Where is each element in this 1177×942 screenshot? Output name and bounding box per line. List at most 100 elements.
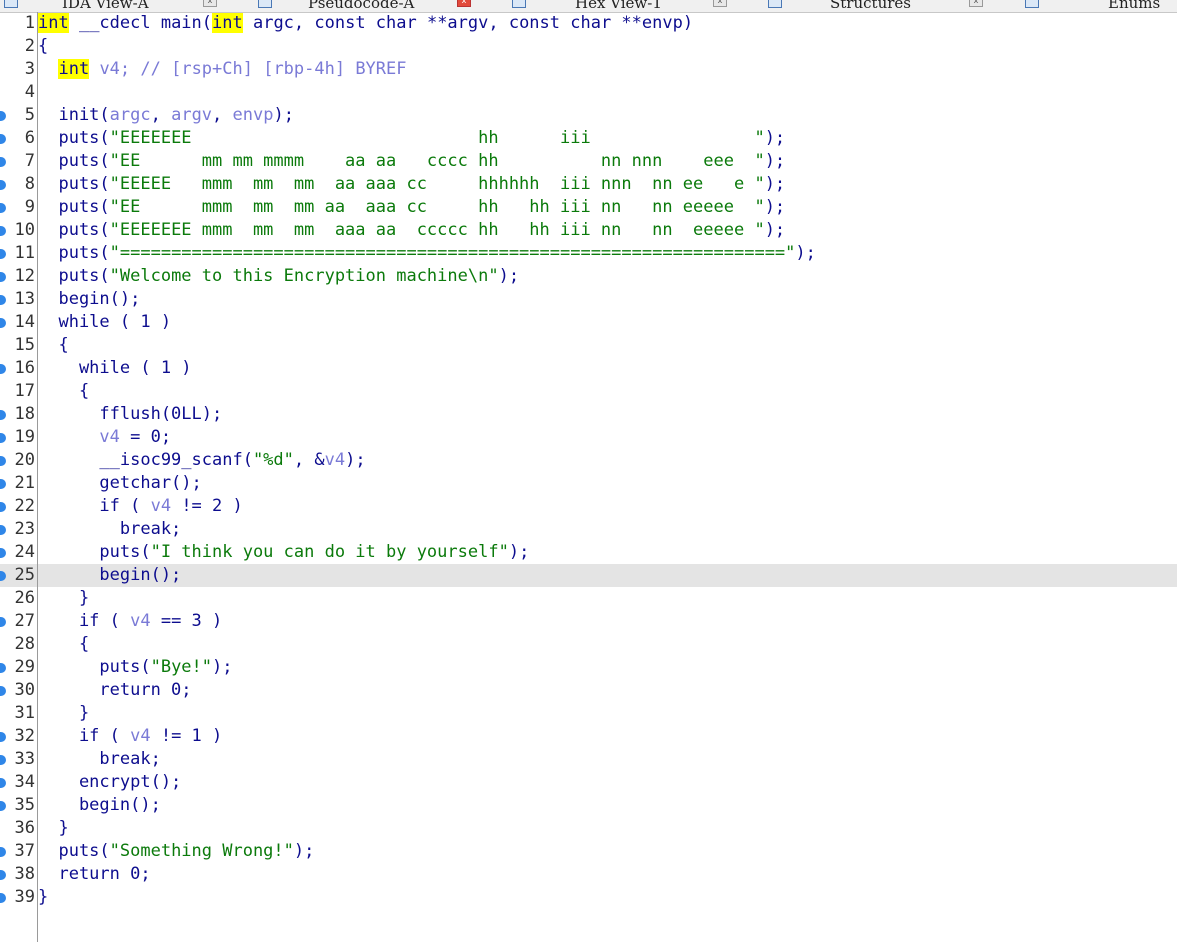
code-text[interactable]: encrypt(); — [38, 772, 181, 793]
line-number: 13 — [14, 289, 35, 309]
code-line[interactable]: 5 init(argc, argv, envp); — [0, 104, 1177, 127]
code-text[interactable]: getchar(); — [38, 473, 201, 494]
code-line[interactable]: 13 begin(); — [0, 288, 1177, 311]
code-line[interactable]: 26 } — [0, 587, 1177, 610]
code-line[interactable]: 16 while ( 1 ) — [0, 357, 1177, 380]
code-line[interactable]: 23 break; — [0, 518, 1177, 541]
line-number: 16 — [14, 358, 35, 378]
code-text[interactable]: puts("I think you can do it by yourself"… — [38, 542, 529, 563]
tab-ida-view-a[interactable]: IDA View-A — [62, 0, 149, 12]
code-text[interactable]: } — [38, 887, 48, 908]
code-line[interactable]: 11 puts("===============================… — [0, 242, 1177, 265]
code-token: { — [38, 634, 90, 654]
code-line[interactable]: 35 begin(); — [0, 794, 1177, 817]
code-line[interactable]: 34 encrypt(); — [0, 771, 1177, 794]
code-line[interactable]: 25 begin(); — [0, 564, 1177, 587]
code-text[interactable]: puts("Bye!"); — [38, 657, 232, 678]
code-line[interactable]: 36 } — [0, 817, 1177, 840]
code-line[interactable]: 19 v4 = 0; — [0, 426, 1177, 449]
line-number: 33 — [14, 749, 35, 769]
code-text[interactable]: } — [38, 703, 89, 724]
close-tab-icon[interactable]: x — [457, 0, 471, 7]
code-text[interactable]: v4 = 0; — [38, 427, 171, 448]
code-text[interactable]: while ( 1 ) — [38, 358, 192, 379]
code-text[interactable]: puts("Something Wrong!"); — [38, 841, 314, 862]
code-line[interactable]: 33 break; — [0, 748, 1177, 771]
code-text[interactable]: { — [38, 381, 89, 402]
code-token: ); — [764, 197, 786, 217]
code-text[interactable]: } — [38, 588, 89, 609]
line-number: 18 — [14, 404, 35, 424]
code-text[interactable]: fflush(0LL); — [38, 404, 222, 425]
code-text[interactable]: puts("Welcome to this Encryption machine… — [38, 266, 519, 287]
code-line[interactable]: 4 — [0, 81, 1177, 104]
code-line[interactable]: 21 getchar(); — [0, 472, 1177, 495]
code-text[interactable]: { — [38, 36, 48, 57]
code-token: "Welcome to this Encryption machine\n" — [109, 266, 499, 286]
code-text[interactable]: begin(); — [38, 289, 140, 310]
code-text[interactable]: if ( v4 == 3 ) — [38, 611, 222, 632]
code-text[interactable]: if ( v4 != 2 ) — [38, 496, 242, 517]
line-number: 19 — [14, 427, 35, 447]
code-line[interactable]: 6 puts("EEEEEEE hh iii "); — [0, 127, 1177, 150]
line-number: 25 — [14, 565, 35, 585]
code-line[interactable]: 22 if ( v4 != 2 ) — [0, 495, 1177, 518]
code-line[interactable]: 27 if ( v4 == 3 ) — [0, 610, 1177, 633]
code-line[interactable]: 20 __isoc99_scanf("%d", &v4); — [0, 449, 1177, 472]
code-token: argc — [109, 105, 151, 125]
code-text[interactable]: puts("==================================… — [38, 243, 815, 264]
code-text[interactable]: puts("EEEEEEE mmm mm mm aaa aa ccccc hh … — [38, 220, 785, 241]
code-text[interactable]: } — [38, 818, 68, 839]
code-text[interactable]: begin(); — [38, 795, 161, 816]
code-text[interactable]: return 0; — [38, 680, 191, 701]
code-text[interactable]: puts("EE mmm mm mm aa aaa cc hh hh iii n… — [38, 197, 785, 218]
tab-enums[interactable]: Enums — [1108, 0, 1160, 12]
code-line[interactable]: 37 puts("Something Wrong!"); — [0, 840, 1177, 863]
tab-structures[interactable]: Structures — [830, 0, 911, 12]
code-line[interactable]: 14 while ( 1 ) — [0, 311, 1177, 334]
code-line[interactable]: 1 int __cdecl main(int argc, const char *… — [0, 12, 1177, 35]
code-text[interactable]: break; — [38, 519, 181, 540]
code-line[interactable]: 30 return 0; — [0, 679, 1177, 702]
code-text[interactable]: init(argc, argv, envp); — [38, 105, 294, 126]
code-text[interactable]: __isoc99_scanf("%d", &v4); — [38, 450, 365, 471]
code-text[interactable]: return 0; — [38, 864, 151, 885]
code-text[interactable]: puts("EE mm mm mmmm aa aa cccc hh nn nnn… — [38, 151, 785, 172]
code-line[interactable]: 2{ — [0, 35, 1177, 58]
code-line[interactable]: 17 { — [0, 380, 1177, 403]
code-line[interactable]: 38 return 0; — [0, 863, 1177, 886]
close-tab-icon[interactable]: x — [203, 0, 217, 7]
code-text[interactable]: if ( v4 != 1 ) — [38, 726, 222, 747]
code-line[interactable]: 28 { — [0, 633, 1177, 656]
code-text[interactable]: int __cdecl main(int argc, const char **… — [38, 13, 693, 34]
code-text[interactable]: while ( 1 ) — [38, 312, 171, 333]
tab-pseudocode-a[interactable]: Pseudocode-A — [308, 0, 414, 12]
code-line[interactable]: 31 } — [0, 702, 1177, 725]
code-line[interactable]: 15 { — [0, 334, 1177, 357]
code-line[interactable]: 7 puts("EE mm mm mmmm aa aa cccc hh nn n… — [0, 150, 1177, 173]
code-line[interactable]: 12 puts("Welcome to this Encryption mach… — [0, 265, 1177, 288]
code-text[interactable]: puts("EEEEEEE hh iii "); — [38, 128, 785, 149]
code-text[interactable]: begin(); — [38, 565, 181, 586]
code-text[interactable]: int v4; // [rsp+Ch] [rbp-4h] BYREF — [38, 59, 407, 80]
code-text[interactable]: { — [38, 335, 68, 356]
code-token: return 0; — [38, 864, 151, 884]
close-tab-icon[interactable]: x — [969, 0, 983, 7]
tab-hex-view-1[interactable]: Hex View-1 — [575, 0, 662, 12]
code-line[interactable]: 18 fflush(0LL); — [0, 403, 1177, 426]
close-tab-icon[interactable]: x — [713, 0, 727, 7]
code-line[interactable]: 39} — [0, 886, 1177, 909]
code-text[interactable]: break; — [38, 749, 160, 770]
code-token: if ( — [38, 611, 131, 631]
pseudocode-editor[interactable]: 1 int __cdecl main(int argc, const char *… — [0, 12, 1177, 942]
code-line[interactable]: 32 if ( v4 != 1 ) — [0, 725, 1177, 748]
code-line[interactable]: 9 puts("EE mmm mm mm aa aaa cc hh hh iii… — [0, 196, 1177, 219]
code-text[interactable]: puts("EEEEE mmm mm mm aa aaa cc hhhhhh i… — [38, 174, 785, 195]
code-line[interactable]: 24 puts("I think you can do it by yourse… — [0, 541, 1177, 564]
code-token: "EE mmm mm mm aa aaa cc hh hh iii nn nn … — [109, 197, 765, 217]
code-line[interactable]: 3 int v4; // [rsp+Ch] [rbp-4h] BYREF — [0, 58, 1177, 81]
code-line[interactable]: 8 puts("EEEEE mmm mm mm aa aaa cc hhhhhh… — [0, 173, 1177, 196]
code-line[interactable]: 10 puts("EEEEEEE mmm mm mm aaa aa ccccc … — [0, 219, 1177, 242]
code-text[interactable]: { — [38, 634, 89, 655]
code-line[interactable]: 29 puts("Bye!"); — [0, 656, 1177, 679]
